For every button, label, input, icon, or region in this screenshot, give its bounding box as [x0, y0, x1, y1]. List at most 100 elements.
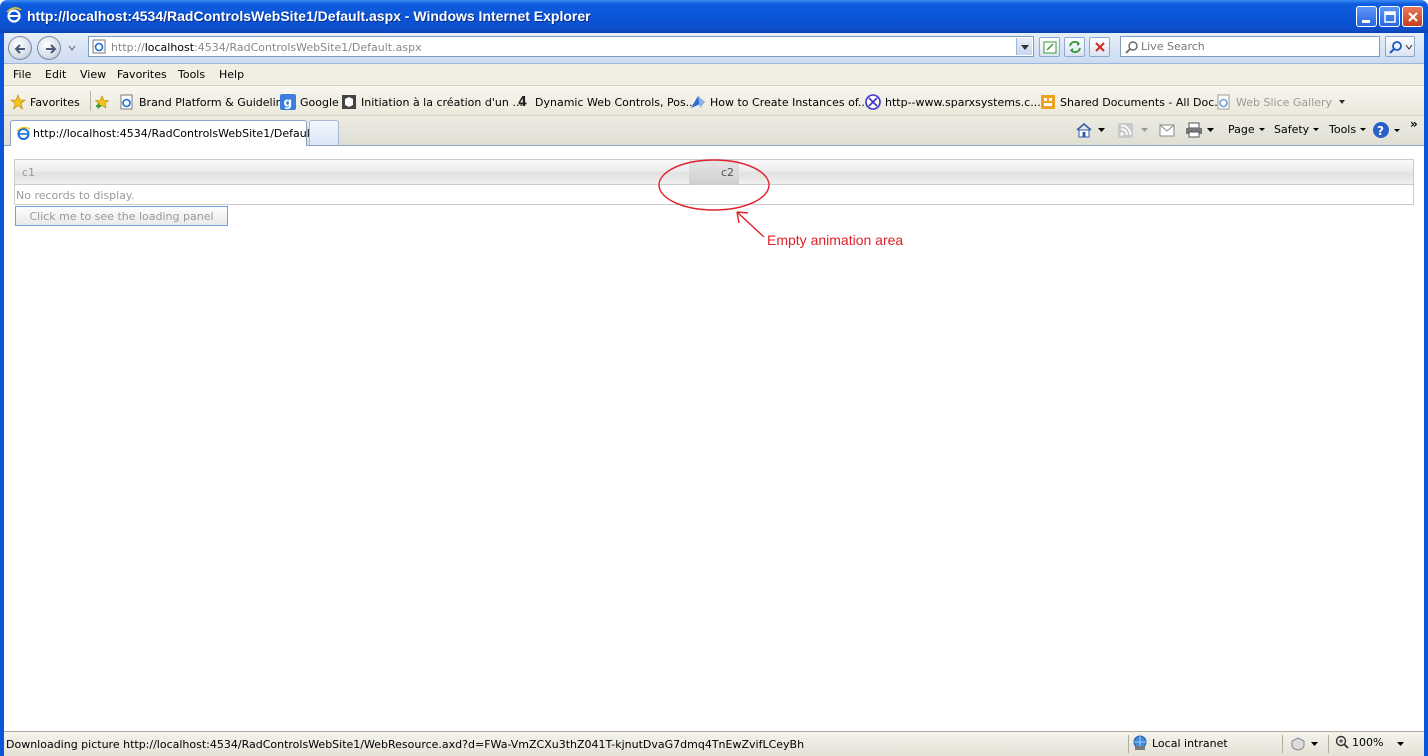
msdn-icon [691, 96, 705, 108]
annotation-arrow [736, 211, 765, 237]
status-bar: Downloading picture http://localhost:453… [4, 731, 1424, 756]
print-icon[interactable] [1185, 122, 1203, 138]
favorites-separator [90, 91, 91, 111]
menu-help[interactable]: Help [219, 68, 244, 81]
add-to-favorites-bar-button[interactable] [94, 94, 114, 110]
minimize-button[interactable] [1356, 6, 1377, 27]
help-icon: ? [1373, 122, 1389, 138]
status-message: Downloading picture http://localhost:453… [6, 738, 805, 751]
menu-view[interactable]: View [80, 68, 106, 81]
codeproject-icon [342, 95, 356, 109]
no-records-message: No records to display. [16, 189, 135, 202]
toolbar-overflow-chevron[interactable]: » [1410, 117, 1418, 131]
stop-button[interactable] [1089, 37, 1110, 57]
protected-mode-icon[interactable] [1290, 737, 1306, 751]
chevron-down-icon [1339, 100, 1346, 104]
maximize-icon [1384, 11, 1396, 23]
page-icon [92, 39, 106, 54]
annotation-label: Empty animation area [767, 232, 904, 248]
favorite-link-sparxsystems[interactable]: http--www.sparxsystems.c... [865, 94, 1041, 110]
search-box[interactable] [1120, 36, 1380, 57]
svg-text:4: 4 [518, 95, 527, 110]
mail-icon[interactable] [1159, 124, 1175, 137]
search-icon [1125, 41, 1138, 54]
web-slice-gallery[interactable]: Web Slice Gallery [1216, 94, 1346, 110]
page-menu-button[interactable]: Page [1228, 123, 1265, 136]
feeds-icon[interactable] [1118, 123, 1133, 138]
ie-page-icon [16, 126, 31, 140]
maximize-button[interactable] [1379, 6, 1400, 27]
forward-button[interactable] [37, 36, 61, 60]
window-frame-right [1424, 33, 1428, 756]
sharepoint-icon [1041, 95, 1055, 109]
chevron-down-icon[interactable] [1141, 128, 1148, 133]
minimize-icon [1362, 20, 1370, 23]
menu-bar: File Edit View Favorites Tools Help [4, 64, 1424, 86]
search-input[interactable] [1141, 39, 1371, 54]
new-tab-button[interactable] [309, 120, 339, 145]
loading-panel-button[interactable]: Click me to see the loading panel [15, 206, 228, 226]
ie-page-icon [120, 94, 133, 110]
favorites-button[interactable]: Favorites [10, 94, 80, 110]
menu-favorites[interactable]: Favorites [117, 68, 167, 81]
window-title: http://localhost:4534/RadControlsWebSite… [27, 8, 591, 24]
search-go-button[interactable] [1385, 36, 1415, 57]
back-arrow-icon [14, 44, 25, 54]
menu-tools[interactable]: Tools [178, 68, 205, 81]
close-window-button[interactable] [1402, 6, 1423, 27]
stop-icon [1095, 42, 1105, 52]
tab-default-aspx[interactable]: http://localhost:4534/RadControlsWebSite… [10, 120, 328, 146]
svg-text:g: g [284, 96, 293, 110]
zoom-control[interactable]: 100% [1335, 735, 1383, 749]
title-bar: http://localhost:4534/RadControlsWebSite… [0, 0, 1428, 33]
favorite-link-google[interactable]: g Google [280, 94, 339, 110]
ie-logo-icon [6, 7, 22, 23]
annotation-circle-arrow [658, 159, 770, 237]
sparx-icon [865, 94, 881, 110]
chevron-down-icon[interactable] [1098, 128, 1105, 133]
safety-menu-button[interactable]: Safety [1274, 123, 1320, 136]
status-separator [1128, 735, 1129, 753]
security-zone[interactable]: Local intranet [1132, 735, 1228, 751]
home-icon[interactable] [1075, 122, 1093, 138]
menu-file[interactable]: File [13, 68, 31, 81]
status-separator [1328, 735, 1329, 753]
refresh-icon [1069, 41, 1081, 53]
column-header-c1[interactable]: c1 [22, 166, 35, 179]
address-url[interactable]: http://localhost:4534/RadControlsWebSite… [111, 41, 422, 54]
add-favorite-icon [94, 95, 110, 109]
zoom-icon [1335, 735, 1349, 749]
refresh-button[interactable] [1064, 37, 1085, 57]
star-icon [10, 94, 26, 110]
four-guys-icon: 4 [518, 95, 527, 110]
address-dropdown-button[interactable] [1016, 38, 1032, 55]
favorite-link-initiation[interactable]: Initiation à la création d'un ... [341, 94, 523, 110]
status-separator [1282, 735, 1283, 753]
address-bar[interactable]: http://localhost:4534/RadControlsWebSite… [88, 36, 1034, 57]
forward-arrow-icon [46, 44, 57, 54]
help-menu-button[interactable]: ? [1372, 121, 1400, 139]
chevron-down-icon[interactable] [1207, 128, 1214, 133]
intranet-globe-icon [1133, 735, 1147, 750]
favorite-link-brand-platform[interactable]: Brand Platform & Guidelines [119, 94, 295, 110]
ie-page-icon [1217, 94, 1230, 110]
chevron-down-icon [1021, 45, 1029, 50]
menu-edit[interactable]: Edit [45, 68, 66, 81]
history-dropdown-icon[interactable] [67, 43, 77, 53]
tab-bar: http://localhost:4534/RadControlsWebSite… [4, 116, 1424, 146]
favorite-link-create-instances[interactable]: How to Create Instances of... [690, 94, 868, 110]
favorite-link-dynamic-web-controls[interactable]: 4 Dynamic Web Controls, Pos... [515, 94, 696, 110]
annotation-ellipse [658, 159, 770, 211]
chevron-down-icon[interactable] [1311, 742, 1318, 747]
search-go-icon [1389, 41, 1413, 54]
favorites-bar: Favorites Brand Platform & Guidelines g … [4, 86, 1424, 116]
compatibility-view-button[interactable] [1039, 37, 1060, 57]
tools-menu-button[interactable]: Tools [1329, 123, 1367, 136]
google-icon: g [280, 94, 296, 110]
favorite-link-shared-documents[interactable]: Shared Documents - All Doc... [1040, 94, 1225, 110]
svg-text:?: ? [1377, 124, 1384, 138]
compatibility-icon [1043, 41, 1057, 54]
close-icon [1408, 12, 1418, 22]
chevron-down-icon[interactable] [1397, 742, 1404, 747]
back-button[interactable] [8, 36, 32, 60]
